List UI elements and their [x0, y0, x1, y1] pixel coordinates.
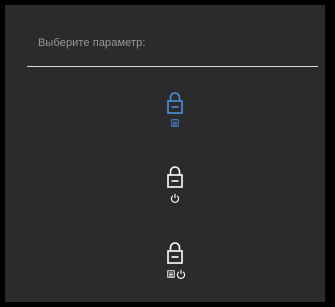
lock-icon — [167, 242, 183, 264]
menu-icon — [171, 119, 179, 127]
option-lock-menu[interactable] — [155, 91, 195, 135]
option-lock-menu-power[interactable] — [155, 241, 195, 285]
option-lock-power[interactable] — [155, 165, 195, 209]
power-icon — [176, 269, 186, 279]
divider — [27, 66, 318, 67]
lock-icon — [167, 166, 183, 188]
prompt-label: Выберите параметр: — [38, 37, 146, 49]
lock-icon — [167, 92, 183, 114]
option-panel: Выберите параметр: — [5, 5, 325, 302]
menu-icon — [167, 270, 175, 278]
power-icon — [170, 193, 180, 203]
